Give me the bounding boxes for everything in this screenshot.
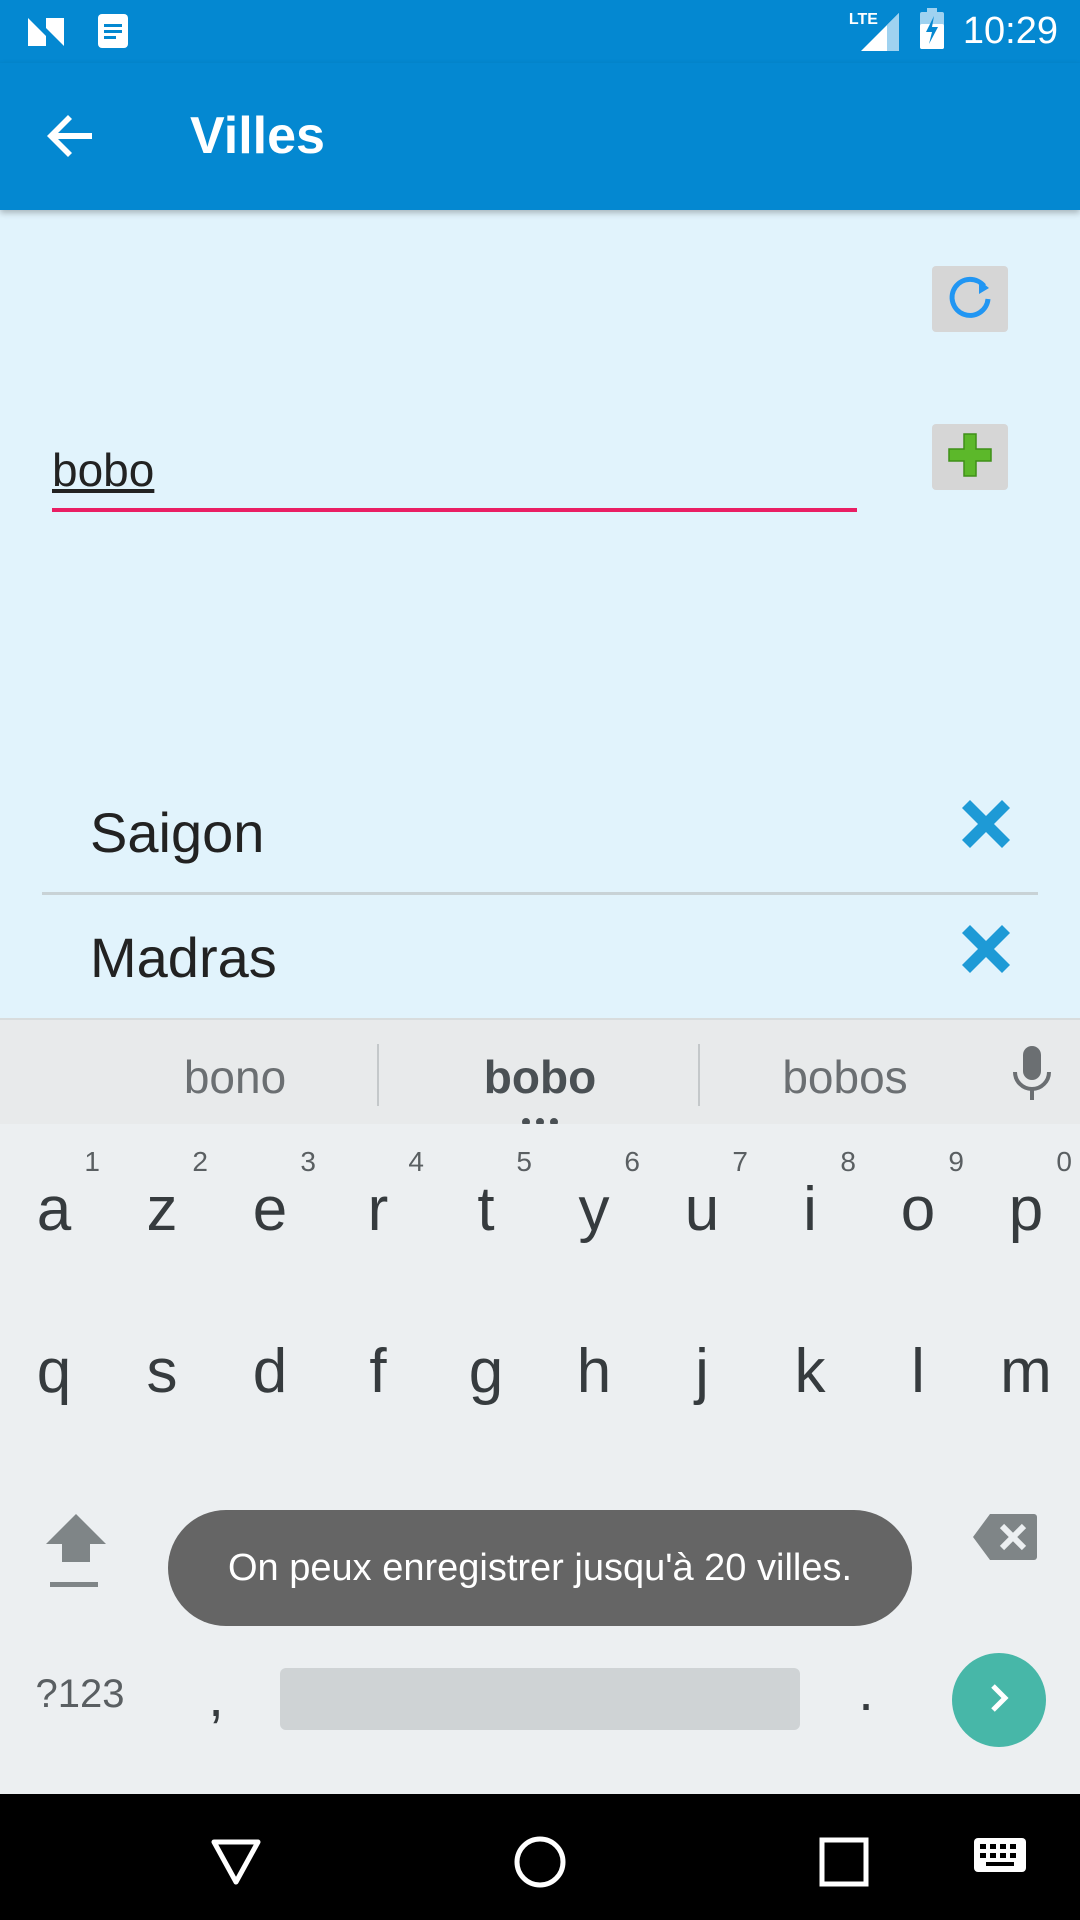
key-number: 8 (840, 1146, 856, 1177)
page-title: Villes (190, 107, 325, 165)
key-number: 7 (732, 1146, 748, 1177)
lte-label: LTE (848, 11, 878, 28)
status-bar: LTE 10:29 (0, 0, 1080, 63)
suggestion-left[interactable]: bono (150, 1050, 320, 1104)
city-row[interactable]: Saigon (42, 770, 1038, 892)
key-number: 9 (948, 1146, 964, 1177)
back-triangle-icon[interactable] (206, 1832, 266, 1892)
suggestion-bar: bono bobo bobos (0, 1018, 1080, 1126)
notes-icon (96, 12, 130, 54)
key-letter: p (1008, 1175, 1044, 1244)
key-number: 1 (84, 1146, 100, 1177)
plus-icon (945, 430, 995, 484)
city-row[interactable]: Madras (42, 892, 1038, 1014)
key-number: 2 (192, 1146, 208, 1177)
key-h[interactable]: h (540, 1336, 648, 1407)
chevron-right-icon (979, 1678, 1019, 1722)
recents-square-icon[interactable] (814, 1832, 874, 1892)
key-number: 4 (408, 1146, 424, 1177)
symbols-key[interactable]: ?123 (20, 1672, 140, 1717)
key-letter: a (36, 1175, 72, 1244)
key-r[interactable]: 4r (324, 1146, 432, 1245)
key-j[interactable]: j (648, 1336, 756, 1407)
n-icon (26, 14, 66, 52)
key-number: 6 (624, 1146, 640, 1177)
city-name: Madras (90, 926, 277, 989)
app-bar: Villes (0, 63, 1080, 210)
key-i[interactable]: 8i (756, 1146, 864, 1245)
key-letter: z (146, 1175, 178, 1244)
period-key[interactable]: . (812, 1658, 920, 1723)
key-m[interactable]: m (972, 1336, 1080, 1407)
status-time: 10:29 (962, 9, 1058, 52)
key-letter: e (252, 1175, 288, 1244)
key-y[interactable]: 6y (540, 1146, 648, 1245)
key-u[interactable]: 7u (648, 1146, 756, 1245)
suggestion-right[interactable]: bobos (760, 1050, 930, 1104)
key-k[interactable]: k (756, 1336, 864, 1407)
key-letter: t (477, 1175, 495, 1244)
key-letter: y (578, 1175, 610, 1244)
delete-city-icon[interactable] (956, 919, 1016, 979)
delete-city-icon[interactable] (956, 794, 1016, 854)
key-f[interactable]: f (324, 1336, 432, 1407)
key-q[interactable]: q (0, 1336, 108, 1407)
navigation-bar (0, 1794, 1080, 1920)
space-bar[interactable] (280, 1668, 800, 1730)
keyboard-switch-icon[interactable] (970, 1832, 1030, 1892)
shift-icon[interactable] (44, 1510, 108, 1594)
key-d[interactable]: d (216, 1336, 324, 1407)
city-name: Saigon (90, 801, 265, 864)
suggestion-center[interactable]: bobo (440, 1050, 640, 1104)
add-city-button[interactable] (932, 424, 1008, 490)
key-p[interactable]: 0p (972, 1146, 1080, 1245)
city-input-field[interactable] (52, 432, 857, 512)
arrow-back-icon[interactable] (40, 105, 102, 167)
key-e[interactable]: 3e (216, 1146, 324, 1245)
key-letter: u (684, 1175, 720, 1244)
key-o[interactable]: 9o (864, 1146, 972, 1245)
suggestion-divider (698, 1044, 700, 1106)
key-number: 0 (1056, 1146, 1072, 1177)
microphone-icon[interactable] (1010, 1044, 1054, 1104)
battery-charging-icon (919, 8, 945, 54)
more-suggestions-icon[interactable] (520, 1112, 560, 1126)
go-button[interactable] (952, 1653, 1046, 1747)
key-letter: i (803, 1175, 817, 1244)
key-g[interactable]: g (432, 1336, 540, 1407)
key-a[interactable]: 1a (0, 1146, 108, 1245)
city-input[interactable] (52, 432, 857, 508)
suggestion-divider (377, 1044, 379, 1106)
key-s[interactable]: s (108, 1336, 216, 1407)
key-z[interactable]: 2z (108, 1146, 216, 1245)
key-l[interactable]: l (864, 1336, 972, 1407)
key-number: 3 (300, 1146, 316, 1177)
refresh-icon (945, 272, 995, 326)
key-letter: o (900, 1175, 936, 1244)
key-t[interactable]: 5t (432, 1146, 540, 1245)
key-letter: r (367, 1175, 389, 1244)
toast-message: On peux enregistrer jusqu'à 20 villes. (168, 1510, 912, 1626)
home-circle-icon[interactable] (510, 1832, 570, 1892)
toast-text: On peux enregistrer jusqu'à 20 villes. (227, 1546, 853, 1589)
lte-signal-icon: LTE (849, 9, 901, 53)
city-list: Saigon Madras (42, 770, 1038, 1014)
refresh-button[interactable] (932, 266, 1008, 332)
backspace-icon[interactable] (972, 1512, 1038, 1562)
key-number: 5 (516, 1146, 532, 1177)
comma-key[interactable]: , (162, 1664, 270, 1729)
